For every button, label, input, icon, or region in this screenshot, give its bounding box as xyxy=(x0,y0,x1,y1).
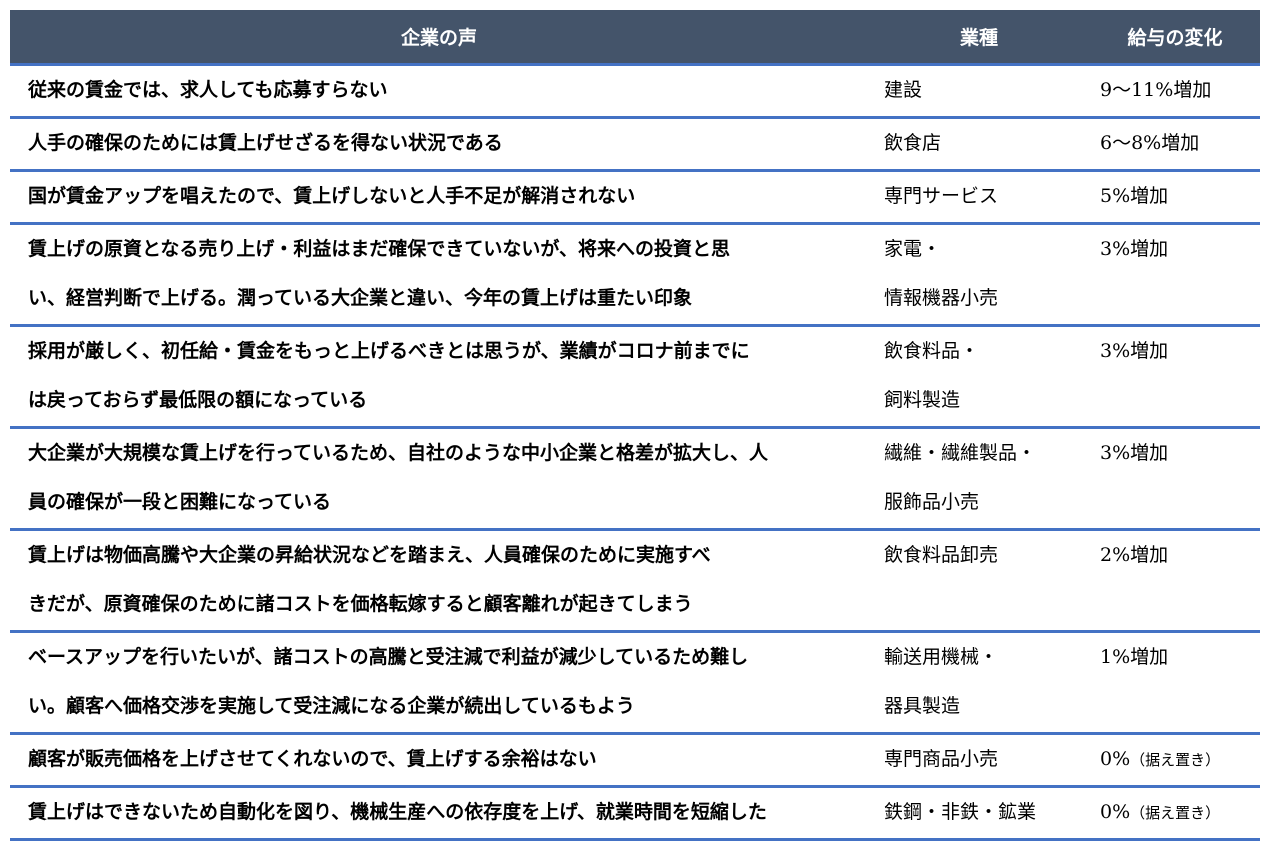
industry-text: 家電・ 情報機器小売 xyxy=(884,238,999,309)
pay-cell: 5%増加 xyxy=(1090,170,1260,225)
pay-text: 3%増加 xyxy=(1090,429,1260,479)
table-row: 採用が厳しく、初任給・賃金をもっと上げるべきとは思うが、業績がコロナ前までに は… xyxy=(10,325,1260,429)
pay-value: 2%増加 xyxy=(1100,544,1169,566)
pay-value: 3%増加 xyxy=(1100,238,1169,260)
voice-cell: 賃上げはできないため自動化を図り、機械生産への依存度を上げ、就業時間を短縮した xyxy=(10,786,868,841)
voice-text: 大企業が大規模な賃上げを行っているため、自社のような中小企業と格差が拡大し、人 … xyxy=(28,442,769,513)
pay-note: （据え置き） xyxy=(1130,751,1221,769)
industry-cell: 専門サービス xyxy=(868,170,1090,225)
pay-text: 6～8%増加 xyxy=(1090,119,1260,169)
table-row: 大企業が大規模な賃上げを行っているため、自社のような中小企業と格差が拡大し、人 … xyxy=(10,427,1260,531)
pay-note: （据え置き） xyxy=(1130,804,1221,822)
pay-cell: 3%増加 xyxy=(1090,427,1260,531)
corporate-voices-table: 企業の声 業種 給与の変化 従来の賃金では、求人しても応募すらない 建設 9～1… xyxy=(10,10,1260,841)
voice-text: 賃上げの原資となる売り上げ・利益はまだ確保できていないが、将来への投資と思 い、… xyxy=(28,238,731,309)
voice-cell: 採用が厳しく、初任給・賃金をもっと上げるべきとは思うが、業績がコロナ前までに は… xyxy=(10,325,868,429)
industry-cell: 家電・ 情報機器小売 xyxy=(868,223,1090,327)
industry-text: 専門サービス xyxy=(884,185,999,207)
table-row: 賃上げの原資となる売り上げ・利益はまだ確保できていないが、将来への投資と思 い、… xyxy=(10,223,1260,327)
pay-value: 0% xyxy=(1100,801,1131,823)
header-pay-change: 給与の変化 xyxy=(1090,10,1260,66)
industry-text: 飲食料品卸売 xyxy=(884,544,999,566)
table-row: ベースアップを行いたいが、諸コストの高騰と受注減で利益が減少しているため難し い… xyxy=(10,631,1260,735)
voice-text: 従来の賃金では、求人しても応募すらない xyxy=(28,79,388,101)
voice-text: 賃上げは物価高騰や大企業の昇給状況などを踏まえ、人員確保のために実施すべ きだが… xyxy=(28,544,711,615)
pay-value: 3%増加 xyxy=(1100,442,1169,464)
voice-text: 人手の確保のためには賃上げせざるを得ない状況である xyxy=(28,132,503,154)
pay-text: 0%（据え置き） xyxy=(1090,788,1260,838)
header-row: 企業の声 業種 給与の変化 xyxy=(10,10,1260,66)
pay-value: 5%増加 xyxy=(1100,185,1169,207)
voice-cell: 賃上げの原資となる売り上げ・利益はまだ確保できていないが、将来への投資と思 い、… xyxy=(10,223,868,327)
industry-cell: 建設 xyxy=(868,64,1090,119)
voice-cell: 顧客が販売価格を上げさせてくれないので、賃上げする余裕はない xyxy=(10,733,868,788)
voice-text: 顧客が販売価格を上げさせてくれないので、賃上げする余裕はない xyxy=(28,748,597,770)
pay-cell: 0%（据え置き） xyxy=(1090,733,1260,788)
pay-cell: 3%増加 xyxy=(1090,223,1260,327)
industry-cell: 専門商品小売 xyxy=(868,733,1090,788)
industry-cell: 飲食料品卸売 xyxy=(868,529,1090,633)
industry-cell: 鉄鋼・非鉄・鉱業 xyxy=(868,786,1090,841)
voice-cell: 国が賃金アップを唱えたので、賃上げしないと人手不足が解消されない xyxy=(10,170,868,225)
pay-text: 5%増加 xyxy=(1090,172,1260,222)
pay-value: 9～11%増加 xyxy=(1100,79,1212,101)
voice-cell: 従来の賃金では、求人しても応募すらない xyxy=(10,64,868,119)
table-row: 賃上げは物価高騰や大企業の昇給状況などを踏まえ、人員確保のために実施すべ きだが… xyxy=(10,529,1260,633)
pay-cell: 0%（据え置き） xyxy=(1090,786,1260,841)
voice-text: 国が賃金アップを唱えたので、賃上げしないと人手不足が解消されない xyxy=(28,185,636,207)
voice-cell: ベースアップを行いたいが、諸コストの高騰と受注減で利益が減少しているため難し い… xyxy=(10,631,868,735)
table-body: 従来の賃金では、求人しても応募すらない 建設 9～11%増加 人手の確保のために… xyxy=(10,64,1260,841)
pay-cell: 2%増加 xyxy=(1090,529,1260,633)
pay-cell: 3%増加 xyxy=(1090,325,1260,429)
industry-text: 輸送用機械・ 器具製造 xyxy=(884,646,999,717)
industry-text: 繊維・繊維製品・ 服飾品小売 xyxy=(884,442,1037,513)
pay-value: 1%増加 xyxy=(1100,646,1169,668)
table-row: 人手の確保のためには賃上げせざるを得ない状況である 飲食店 6～8%増加 xyxy=(10,117,1260,172)
pay-value: 0% xyxy=(1100,748,1131,770)
pay-text: 3%増加 xyxy=(1090,327,1260,377)
survey-table-wrapper: 企業の声 業種 給与の変化 従来の賃金では、求人しても応募すらない 建設 9～1… xyxy=(10,10,1260,841)
industry-cell: 飲食料品・ 飼料製造 xyxy=(868,325,1090,429)
industry-cell: 飲食店 xyxy=(868,117,1090,172)
pay-text: 2%増加 xyxy=(1090,531,1260,581)
header-industry: 業種 xyxy=(868,10,1090,66)
table-row: 顧客が販売価格を上げさせてくれないので、賃上げする余裕はない 専門商品小売 0%… xyxy=(10,733,1260,788)
pay-cell: 9～11%増加 xyxy=(1090,64,1260,119)
industry-cell: 繊維・繊維製品・ 服飾品小売 xyxy=(868,427,1090,531)
voice-cell: 賃上げは物価高騰や大企業の昇給状況などを踏まえ、人員確保のために実施すべ きだが… xyxy=(10,529,868,633)
pay-cell: 6～8%増加 xyxy=(1090,117,1260,172)
pay-text: 3%増加 xyxy=(1090,225,1260,275)
pay-value: 3%増加 xyxy=(1100,340,1169,362)
industry-text: 専門商品小売 xyxy=(884,748,999,770)
pay-text: 1%増加 xyxy=(1090,633,1260,683)
table-row: 賃上げはできないため自動化を図り、機械生産への依存度を上げ、就業時間を短縮した … xyxy=(10,786,1260,841)
industry-text: 飲食料品・ 飼料製造 xyxy=(884,340,980,411)
voice-text: 採用が厳しく、初任給・賃金をもっと上げるべきとは思うが、業績がコロナ前までに は… xyxy=(28,340,750,411)
industry-cell: 輸送用機械・ 器具製造 xyxy=(868,631,1090,735)
pay-text: 0%（据え置き） xyxy=(1090,735,1260,785)
table-header: 企業の声 業種 給与の変化 xyxy=(10,10,1260,66)
pay-value: 6～8%増加 xyxy=(1100,132,1200,154)
voice-text: ベースアップを行いたいが、諸コストの高騰と受注減で利益が減少しているため難し い… xyxy=(28,646,749,717)
industry-text: 建設 xyxy=(884,79,923,101)
table-row: 従来の賃金では、求人しても応募すらない 建設 9～11%増加 xyxy=(10,64,1260,119)
table-row: 国が賃金アップを唱えたので、賃上げしないと人手不足が解消されない 専門サービス … xyxy=(10,170,1260,225)
pay-cell: 1%増加 xyxy=(1090,631,1260,735)
pay-text: 9～11%増加 xyxy=(1090,66,1260,116)
industry-text: 鉄鋼・非鉄・鉱業 xyxy=(884,801,1037,823)
industry-text: 飲食店 xyxy=(884,132,942,154)
header-voice: 企業の声 xyxy=(10,10,868,66)
voice-cell: 大企業が大規模な賃上げを行っているため、自社のような中小企業と格差が拡大し、人 … xyxy=(10,427,868,531)
voice-cell: 人手の確保のためには賃上げせざるを得ない状況である xyxy=(10,117,868,172)
voice-text: 賃上げはできないため自動化を図り、機械生産への依存度を上げ、就業時間を短縮した xyxy=(28,801,767,823)
